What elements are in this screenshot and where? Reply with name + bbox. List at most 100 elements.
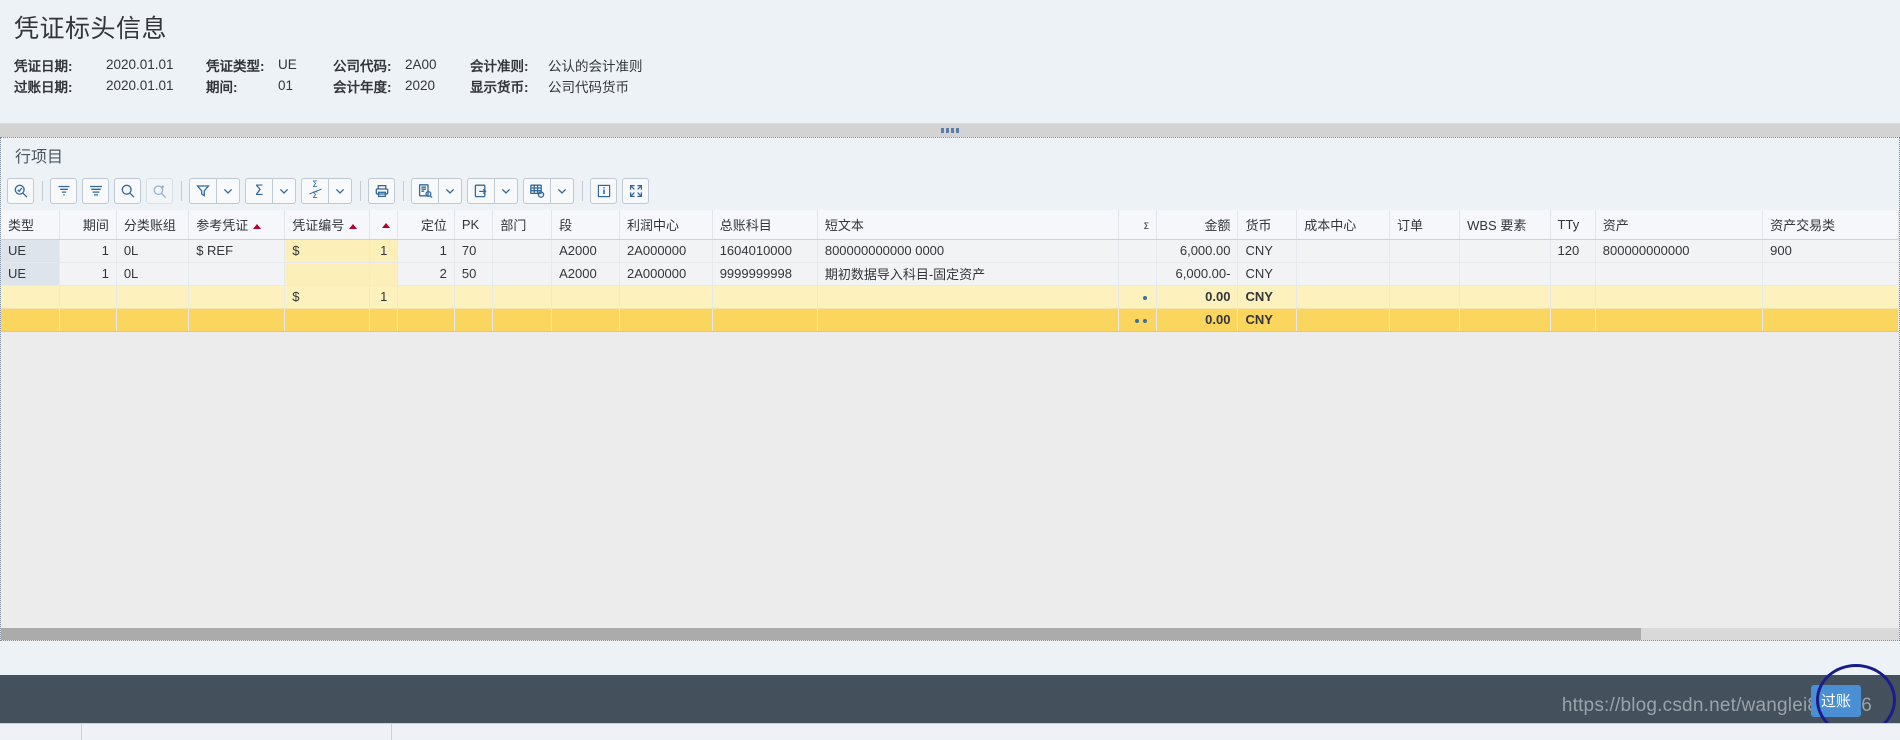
document-header-panel: 凭证标头信息 凭证日期: 2020.01.01 凭证类型: UE 公司代码: 2A00 会计… bbox=[0, 0, 1900, 124]
table-settings-icon[interactable] bbox=[523, 178, 550, 204]
export-icon[interactable] bbox=[467, 178, 494, 204]
header-field-value: 2020.01.01 bbox=[106, 78, 174, 93]
cell-sigma bbox=[1118, 308, 1158, 332]
column-header-ref_doc[interactable]: 参考凭证 bbox=[188, 210, 286, 240]
column-header-label: 资产 bbox=[1602, 217, 1629, 233]
total-icon-group: Σ bbox=[245, 178, 296, 204]
expand-all-icon[interactable] bbox=[82, 178, 109, 204]
column-header-label: PK bbox=[461, 216, 480, 232]
filter-chevron-down-icon[interactable] bbox=[216, 178, 240, 204]
subtotal-row[interactable]: $1 0.00 CNY bbox=[1, 285, 1899, 309]
column-header-segment[interactable]: 段 bbox=[551, 210, 620, 240]
column-header-label: 短文本 bbox=[824, 217, 864, 233]
cell-cost_center bbox=[1296, 239, 1390, 263]
cell-tty: 120 bbox=[1550, 239, 1596, 263]
info-icon[interactable] bbox=[590, 178, 617, 204]
column-header-sort_col[interactable] bbox=[369, 210, 399, 240]
sort-ascending-icon bbox=[349, 223, 358, 229]
cell-segment: A2000 bbox=[551, 239, 620, 263]
collapse-all-icon[interactable] bbox=[50, 178, 77, 204]
cell-tty bbox=[1550, 285, 1596, 309]
header-field-value: 2020.01.01 bbox=[106, 57, 174, 72]
subtotal-icon[interactable]: ΣΣ bbox=[301, 178, 328, 204]
column-header-currency[interactable]: 货币 bbox=[1237, 210, 1298, 240]
column-header-position[interactable]: 定位 bbox=[397, 210, 455, 240]
column-header-label: 资产交易类 bbox=[1770, 217, 1836, 233]
cell-gl_account bbox=[712, 308, 818, 332]
cell-asset_trans: 900 bbox=[1762, 239, 1899, 263]
cell-currency: CNY bbox=[1237, 308, 1298, 332]
application-window: 凭证标头信息 凭证日期: 2020.01.01 凭证类型: UE 公司代码: 2A00 会计… bbox=[0, 0, 1900, 740]
column-header-short_text[interactable]: 短文本 bbox=[817, 210, 1119, 240]
table-settings-chevron-down-icon[interactable] bbox=[550, 178, 574, 204]
subtotal-chevron-down-icon[interactable] bbox=[328, 178, 352, 204]
column-header-label: 订单 bbox=[1396, 217, 1423, 233]
column-header-label: 货币 bbox=[1245, 217, 1272, 233]
column-header-gl_account[interactable]: 总账科目 bbox=[712, 210, 818, 240]
column-header-asset_trans[interactable]: 资产交易类 bbox=[1762, 210, 1899, 240]
panel-splitter[interactable] bbox=[0, 124, 1900, 137]
cell-doc_no bbox=[284, 262, 371, 286]
fullscreen-icon[interactable] bbox=[622, 178, 649, 204]
column-header-asset[interactable]: 资产 bbox=[1595, 210, 1764, 240]
column-header-sigma[interactable]: Σ bbox=[1118, 210, 1158, 240]
cell-asset_trans bbox=[1762, 262, 1899, 286]
total-chevron-down-icon[interactable] bbox=[272, 178, 296, 204]
table-toolbar: ΣΣΣ bbox=[1, 172, 1899, 210]
column-header-period[interactable]: 期间 bbox=[59, 210, 117, 240]
column-header-label: Σ bbox=[1143, 221, 1150, 232]
column-header-order_no[interactable]: 订单 bbox=[1389, 210, 1461, 240]
subtotal-icon-group: ΣΣ bbox=[301, 178, 352, 204]
filter-icon[interactable] bbox=[189, 178, 216, 204]
total-icon[interactable]: Σ bbox=[245, 178, 272, 204]
cell-dept bbox=[492, 239, 553, 263]
cell-tty bbox=[1550, 308, 1596, 332]
column-header-amount[interactable]: 金额 bbox=[1156, 210, 1239, 240]
cell-wbs bbox=[1459, 285, 1551, 309]
cell-asset_trans bbox=[1762, 308, 1899, 332]
column-header-type[interactable]: 类型 bbox=[1, 210, 61, 240]
cell-cost_center bbox=[1296, 285, 1390, 309]
column-header-cost_center[interactable]: 成本中心 bbox=[1296, 210, 1390, 240]
toolbar-separator bbox=[403, 181, 404, 201]
aggregation-marker-dot bbox=[1135, 318, 1140, 323]
table-body: UE 1 0L $ REF $1 1 70 A2000 2A000000 1604010000 80… bbox=[1, 239, 1899, 332]
horizontal-scrollbar[interactable] bbox=[1, 628, 1899, 640]
column-header-tty[interactable]: TTy bbox=[1550, 210, 1596, 240]
view-layout-chevron-down-icon[interactable] bbox=[438, 178, 462, 204]
cell-sort_col: 1 bbox=[369, 285, 399, 309]
column-header-pk[interactable]: PK bbox=[454, 210, 494, 240]
footer-action-bar: https://blog.csdn.net/wanglei880526 过账 bbox=[0, 675, 1900, 723]
find-icon[interactable] bbox=[114, 178, 141, 204]
column-header-label: 期间 bbox=[82, 217, 109, 233]
find-next-icon[interactable] bbox=[146, 178, 173, 204]
search-find-icon[interactable] bbox=[7, 178, 34, 204]
column-header-ledger[interactable]: 分类账组 bbox=[116, 210, 190, 240]
splitter-handle-icon[interactable] bbox=[941, 128, 959, 133]
print-icon[interactable] bbox=[368, 178, 395, 204]
export-chevron-down-icon[interactable] bbox=[494, 178, 518, 204]
post-button[interactable]: 过账 bbox=[1810, 685, 1861, 717]
total-row[interactable]: 0.00 CNY bbox=[1, 308, 1899, 332]
aggregation-marker-dot bbox=[1143, 318, 1148, 323]
cell-amount: 6,000.00 bbox=[1156, 239, 1239, 263]
table-row[interactable]: UE 1 0L 2 50 A2000 2A000000 9999999998 期初数据导入科目-… bbox=[1, 262, 1899, 286]
cell-dept bbox=[492, 285, 553, 309]
column-header-doc_no[interactable]: 凭证编号 bbox=[284, 210, 371, 240]
cell-period bbox=[59, 285, 117, 309]
column-header-label: 分类账组 bbox=[123, 217, 176, 233]
column-header-dept[interactable]: 部门 bbox=[492, 210, 553, 240]
cell-profit_ctr: 2A000000 bbox=[619, 262, 713, 286]
toolbar-separator bbox=[360, 181, 361, 201]
bottom-status-strip bbox=[0, 723, 1900, 740]
cell-short_text bbox=[817, 308, 1119, 332]
cell-cost_center bbox=[1296, 262, 1390, 286]
cell-pk bbox=[454, 308, 494, 332]
view-layout-icon[interactable] bbox=[411, 178, 438, 204]
cell-gl_account bbox=[712, 285, 818, 309]
column-header-wbs[interactable]: WBS 要素 bbox=[1459, 210, 1551, 240]
horizontal-scrollbar-thumb[interactable] bbox=[1, 628, 1641, 640]
table-row[interactable]: UE 1 0L $ REF $1 1 70 A2000 2A000000 1604010000 80… bbox=[1, 239, 1899, 263]
column-header-profit_ctr[interactable]: 利润中心 bbox=[619, 210, 713, 240]
cell-period: 1 bbox=[59, 239, 117, 263]
